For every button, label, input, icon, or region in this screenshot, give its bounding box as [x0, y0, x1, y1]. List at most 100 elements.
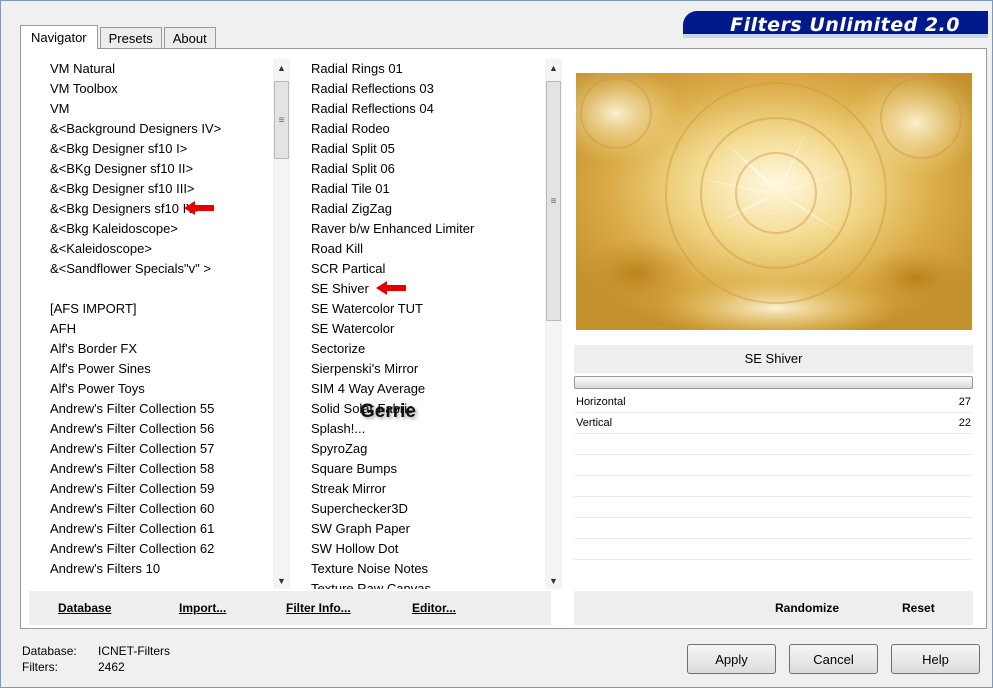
category-item[interactable]: VM Toolbox — [35, 79, 273, 99]
category-item[interactable]: VM — [35, 99, 273, 119]
filter-item[interactable]: SIM 4 Way Average — [311, 379, 543, 399]
filters-count-label: Filters: — [22, 660, 58, 674]
category-item[interactable]: AFH — [35, 319, 273, 339]
filter-item[interactable]: Sierpenski's Mirror — [311, 359, 543, 379]
param-value: 27 — [958, 396, 971, 408]
filter-item[interactable]: SE Watercolor — [311, 319, 543, 339]
database-label: Database: — [22, 644, 77, 658]
navigator-toolbar: Database Import... Filter Info... Editor… — [29, 591, 551, 625]
category-item[interactable]: &<BKg Designer sf10 II> — [35, 159, 273, 179]
category-item[interactable]: Alf's Power Sines — [35, 359, 273, 379]
category-scrollbar[interactable]: ▲ ≡ ▼ — [273, 59, 290, 589]
navigator-panel: VM Natural VM Toolbox VM &<Background Desig… — [20, 48, 987, 629]
param-row-empty — [574, 455, 973, 476]
progress-bar — [574, 376, 973, 389]
filter-item[interactable]: Texture Raw Canvas — [311, 579, 543, 589]
category-item — [35, 279, 273, 299]
category-item[interactable]: [AFS IMPORT] — [35, 299, 273, 319]
category-item[interactable]: &<Sandflower Specials"v" > — [35, 259, 273, 279]
filter-item[interactable]: Texture Noise Notes — [311, 559, 543, 579]
filter-item[interactable]: SCR Partical — [311, 259, 543, 279]
import-button[interactable]: Import... — [179, 601, 226, 615]
category-item[interactable]: Andrew's Filter Collection 62 — [35, 539, 273, 559]
filter-item[interactable]: Radial ZigZag — [311, 199, 543, 219]
randomize-button[interactable]: Randomize — [775, 601, 839, 615]
scroll-up-icon[interactable]: ▲ — [545, 59, 562, 76]
filter-item[interactable]: Streak Mirror — [311, 479, 543, 499]
filters-unlimited-window: Filters Unlimited 2.0 Navigator Presets … — [0, 0, 993, 688]
tab-navigator[interactable]: Navigator — [20, 25, 98, 49]
category-list[interactable]: VM Natural VM Toolbox VM &<Background Desig… — [35, 59, 273, 589]
watermark-text: Gerrie — [360, 401, 416, 422]
filter-item[interactable]: Sectorize — [311, 339, 543, 359]
filter-item[interactable]: Radial Tile 01 — [311, 179, 543, 199]
filter-item[interactable]: SE Shiver — [311, 279, 543, 299]
filter-item[interactable]: Raver b/w Enhanced Limiter — [311, 219, 543, 239]
category-item[interactable]: Andrew's Filters 10 — [35, 559, 273, 579]
filter-item[interactable]: SpyroZag — [311, 439, 543, 459]
red-arrow-icon — [184, 201, 214, 215]
database-value: ICNET-Filters — [98, 644, 170, 658]
filter-preview-image — [576, 73, 972, 330]
scroll-down-icon[interactable]: ▼ — [273, 572, 290, 589]
param-value: 22 — [958, 417, 971, 429]
scroll-thumb[interactable]: ≡ — [546, 81, 561, 321]
category-item[interactable]: VM Natural — [35, 59, 273, 79]
parameter-toolbar: Randomize Reset — [574, 591, 973, 625]
apply-button[interactable]: Apply — [687, 644, 776, 674]
filter-item[interactable]: Radial Rings 01 — [311, 59, 543, 79]
editor-button[interactable]: Editor... — [412, 601, 456, 615]
filter-item[interactable]: Radial Reflections 04 — [311, 99, 543, 119]
category-item[interactable]: Andrew's Filter Collection 60 — [35, 499, 273, 519]
param-row-empty — [574, 497, 973, 518]
category-item[interactable]: Alf's Border FX — [35, 339, 273, 359]
cancel-button[interactable]: Cancel — [789, 644, 878, 674]
category-item[interactable]: &<Kaleidoscope> — [35, 239, 273, 259]
tab-bar: Navigator Presets About — [20, 25, 218, 49]
category-item[interactable]: Andrew's Filter Collection 58 — [35, 459, 273, 479]
category-item[interactable]: &<Background Designers IV> — [35, 119, 273, 139]
scroll-up-icon[interactable]: ▲ — [273, 59, 290, 76]
param-row-empty — [574, 434, 973, 455]
filter-item[interactable]: Superchecker3D — [311, 499, 543, 519]
filter-item[interactable]: SW Hollow Dot — [311, 539, 543, 559]
category-item[interactable]: &<Bkg Designers sf10 IV> — [35, 199, 273, 219]
filter-item[interactable]: SW Graph Paper — [311, 519, 543, 539]
database-button[interactable]: Database — [58, 601, 111, 615]
filter-item[interactable]: Splash!... — [311, 419, 543, 439]
app-banner: Filters Unlimited 2.0 — [683, 11, 988, 38]
param-row-empty — [574, 476, 973, 497]
filter-item[interactable]: Radial Rodeo — [311, 119, 543, 139]
filter-item[interactable]: Radial Split 05 — [311, 139, 543, 159]
category-item[interactable]: Andrew's Filter Collection 61 — [35, 519, 273, 539]
help-button[interactable]: Help — [891, 644, 980, 674]
filter-item[interactable]: SE Watercolor TUT — [311, 299, 543, 319]
category-item[interactable]: Andrew's Filter Collection 55 — [35, 399, 273, 419]
filter-item[interactable]: Square Bumps — [311, 459, 543, 479]
filter-item[interactable]: Radial Split 06 — [311, 159, 543, 179]
tab-presets[interactable]: Presets — [99, 27, 162, 49]
filter-info-button[interactable]: Filter Info... — [286, 601, 351, 615]
category-item[interactable]: Alf's Power Toys — [35, 379, 273, 399]
param-label: Horizontal — [576, 396, 626, 408]
filter-item[interactable]: Radial Reflections 03 — [311, 79, 543, 99]
param-row-empty — [574, 518, 973, 539]
category-item[interactable]: Andrew's Filter Collection 59 — [35, 479, 273, 499]
filter-item[interactable]: Road Kill — [311, 239, 543, 259]
filter-item[interactable]: Solid Solar Fabric — [311, 399, 543, 419]
category-item[interactable]: &<Bkg Designer sf10 I> — [35, 139, 273, 159]
param-row-empty — [574, 539, 973, 560]
param-row-vertical[interactable]: Vertical 22 — [574, 413, 973, 434]
reset-button[interactable]: Reset — [902, 601, 935, 615]
scroll-thumb[interactable]: ≡ — [274, 81, 289, 159]
param-row-horizontal[interactable]: Horizontal 27 — [574, 392, 973, 413]
filters-count-value: 2462 — [98, 660, 125, 674]
category-item[interactable]: &<Bkg Kaleidoscope> — [35, 219, 273, 239]
category-item[interactable]: Andrew's Filter Collection 57 — [35, 439, 273, 459]
scroll-down-icon[interactable]: ▼ — [545, 572, 562, 589]
category-item[interactable]: &<Bkg Designer sf10 III> — [35, 179, 273, 199]
tab-about[interactable]: About — [163, 27, 216, 49]
filter-scrollbar[interactable]: ▲ ≡ ▼ — [545, 59, 562, 589]
category-item[interactable]: Andrew's Filter Collection 56 — [35, 419, 273, 439]
filter-list[interactable]: Radial Rings 01 Radial Reflections 03 Radi… — [311, 59, 543, 589]
